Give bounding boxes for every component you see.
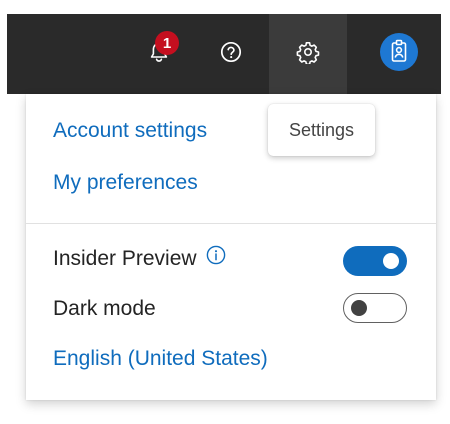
account-button[interactable] xyxy=(360,14,438,94)
top-app-bar: 1 xyxy=(7,14,441,94)
settings-button[interactable] xyxy=(269,14,347,94)
menu-divider xyxy=(26,223,436,224)
my-preferences-link[interactable]: My preferences xyxy=(53,171,198,195)
toggle-knob xyxy=(351,300,367,316)
insider-preview-label: Insider Preview xyxy=(53,247,197,270)
help-button[interactable] xyxy=(192,14,270,94)
dark-mode-label: Dark mode xyxy=(53,297,156,320)
notifications-button[interactable]: 1 xyxy=(120,14,198,94)
language-link[interactable]: English (United States) xyxy=(53,347,268,371)
help-icon xyxy=(219,40,243,69)
insider-preview-row: Insider Preview xyxy=(53,245,226,271)
insider-preview-toggle[interactable] xyxy=(343,246,407,276)
avatar xyxy=(380,32,418,76)
notification-count-badge: 1 xyxy=(155,31,179,55)
account-settings-link[interactable]: Account settings xyxy=(53,119,207,143)
settings-tooltip: Settings xyxy=(268,104,375,156)
info-icon[interactable] xyxy=(206,245,226,271)
toggle-knob xyxy=(383,253,399,269)
dark-mode-toggle[interactable] xyxy=(343,293,407,323)
gear-icon xyxy=(296,40,320,69)
